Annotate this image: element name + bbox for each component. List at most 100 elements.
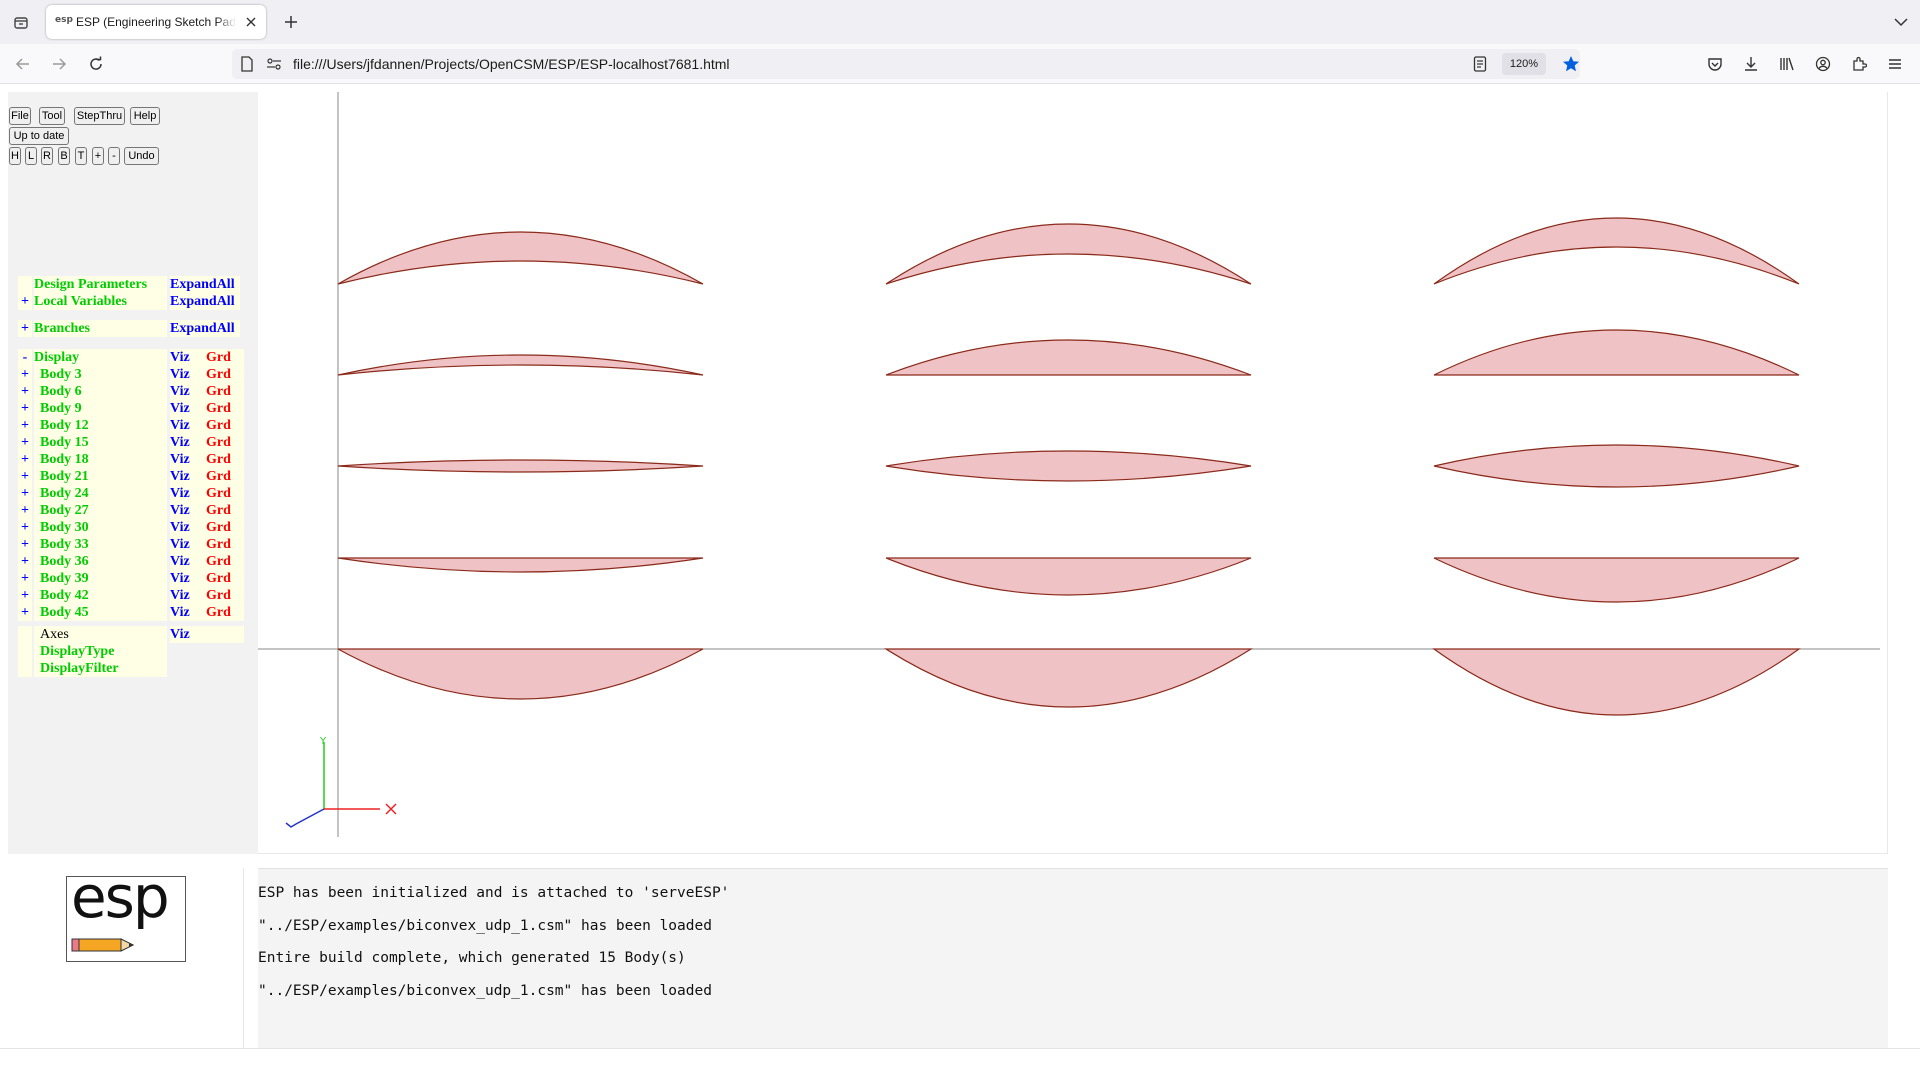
tree-label[interactable]: Body 27 [34, 502, 167, 519]
reload-icon[interactable] [85, 53, 107, 75]
grd-toggle[interactable]: Grd [206, 349, 244, 366]
expand-toggle[interactable]: + [18, 383, 32, 400]
grd-toggle[interactable]: Grd [206, 366, 244, 383]
viz-toggle[interactable]: Viz [170, 417, 210, 434]
biconvex-body[interactable] [337, 354, 704, 376]
view-right-button[interactable]: R [41, 147, 53, 165]
bookmark-star-icon[interactable] [1562, 55, 1580, 78]
viz-toggle[interactable]: Viz [170, 383, 210, 400]
tab-esp[interactable]: esp ESP (Engineering Sketch Pad, Version… [46, 5, 266, 39]
biconvex-body[interactable] [885, 450, 1252, 482]
tree-label[interactable]: Branches [34, 320, 167, 337]
close-icon[interactable] [242, 13, 260, 31]
tree-label[interactable]: Body 15 [34, 434, 167, 451]
tree-label[interactable]: Design Parameters [34, 276, 167, 293]
view-bottom-button[interactable]: B [58, 147, 70, 165]
viz-toggle[interactable]: Viz [170, 349, 210, 366]
grd-toggle[interactable]: Grd [206, 400, 244, 417]
list-all-tabs-button[interactable] [1890, 11, 1912, 33]
grd-toggle[interactable]: Grd [206, 383, 244, 400]
expand-all-link[interactable]: ExpandAll [170, 276, 240, 293]
back-arrow-icon[interactable] [12, 53, 34, 75]
expand-toggle[interactable]: - [18, 349, 32, 366]
grd-toggle[interactable]: Grd [206, 604, 244, 621]
graphics-viewport[interactable]: Y [258, 92, 1888, 854]
viz-toggle[interactable]: Viz [170, 451, 210, 468]
viz-toggle[interactable]: Viz [170, 400, 210, 417]
expand-toggle[interactable]: + [18, 604, 32, 621]
viz-toggle[interactable]: Viz [170, 604, 210, 621]
expand-toggle[interactable]: + [18, 553, 32, 570]
grd-toggle[interactable]: Grd [206, 519, 244, 536]
expand-toggle[interactable]: + [18, 536, 32, 553]
biconvex-body[interactable] [883, 648, 1254, 708]
zoom-level-badge[interactable]: 120% [1502, 53, 1546, 75]
tree-label[interactable]: Body 9 [34, 400, 167, 417]
expand-toggle[interactable]: + [18, 366, 32, 383]
expand-toggle[interactable]: + [18, 320, 32, 337]
viz-toggle[interactable]: Viz [170, 434, 210, 451]
expand-toggle[interactable]: + [18, 570, 32, 587]
tree-label[interactable]: Body 24 [34, 485, 167, 502]
expand-toggle[interactable]: + [18, 400, 32, 417]
biconvex-body[interactable] [1433, 217, 1800, 285]
viz-toggle[interactable]: Viz [170, 485, 210, 502]
zoom-in-button[interactable]: + [92, 147, 104, 165]
reader-view-icon[interactable] [1473, 56, 1487, 77]
expand-toggle[interactable]: + [18, 451, 32, 468]
stepthru-button[interactable]: StepThru [74, 107, 125, 125]
grd-toggle[interactable]: Grd [206, 536, 244, 553]
expand-toggle[interactable]: + [18, 502, 32, 519]
grd-toggle[interactable]: Grd [206, 417, 244, 434]
extensions-icon[interactable] [1848, 53, 1870, 75]
biconvex-body[interactable] [1433, 329, 1800, 376]
biconvex-body[interactable] [337, 557, 704, 573]
pocket-icon[interactable] [1704, 53, 1726, 75]
grd-toggle[interactable]: Grd [206, 570, 244, 587]
download-icon[interactable] [1740, 53, 1762, 75]
view-home-button[interactable]: H [9, 147, 21, 165]
viz-toggle[interactable]: Viz [170, 570, 210, 587]
grd-toggle[interactable]: Grd [206, 502, 244, 519]
tree-label[interactable]: Body 6 [34, 383, 167, 400]
biconvex-body[interactable] [1433, 557, 1800, 603]
expand-all-link[interactable]: ExpandAll [170, 320, 240, 337]
status-button[interactable]: Up to date [9, 127, 69, 145]
tree-label[interactable]: DisplayType [34, 643, 167, 660]
grd-toggle[interactable]: Grd [206, 553, 244, 570]
tree-label[interactable]: Display [34, 349, 167, 366]
expand-toggle[interactable]: + [18, 468, 32, 485]
grd-toggle[interactable]: Grd [206, 587, 244, 604]
tree-label[interactable]: DisplayFilter [34, 660, 167, 677]
menu-icon[interactable] [1884, 53, 1906, 75]
biconvex-body[interactable] [337, 648, 704, 700]
tree-label[interactable]: Body 21 [34, 468, 167, 485]
account-icon[interactable] [1812, 53, 1834, 75]
viz-toggle[interactable]: Viz [170, 553, 210, 570]
file-button[interactable]: File [9, 107, 31, 125]
forward-arrow-icon[interactable] [48, 53, 70, 75]
tree-label[interactable]: Body 45 [34, 604, 167, 621]
library-icon[interactable] [1776, 53, 1798, 75]
expand-toggle[interactable]: + [18, 417, 32, 434]
expand-toggle[interactable]: + [18, 519, 32, 536]
viz-toggle[interactable]: Viz [170, 366, 210, 383]
tab-overview-icon[interactable] [10, 11, 32, 33]
view-left-button[interactable]: L [25, 147, 37, 165]
grd-toggle[interactable]: Grd [206, 485, 244, 502]
biconvex-body[interactable] [1433, 444, 1800, 488]
tree-label[interactable]: Body 30 [34, 519, 167, 536]
tree-label[interactable]: Body 39 [34, 570, 167, 587]
expand-toggle[interactable]: + [18, 587, 32, 604]
viz-toggle[interactable]: Viz [170, 519, 210, 536]
biconvex-body[interactable] [337, 459, 704, 473]
grd-toggle[interactable]: Grd [206, 468, 244, 485]
viz-toggle[interactable]: Viz [170, 536, 210, 553]
url-text[interactable]: file:///Users/jfdannen/Projects/OpenCSM/… [293, 56, 730, 72]
tree-label[interactable]: Body 12 [34, 417, 167, 434]
expand-toggle[interactable]: + [18, 485, 32, 502]
biconvex-body[interactable] [885, 223, 1252, 285]
view-top-button[interactable]: T [75, 147, 87, 165]
biconvex-body[interactable] [337, 231, 704, 285]
tree-label[interactable]: Local Variables [34, 293, 167, 310]
